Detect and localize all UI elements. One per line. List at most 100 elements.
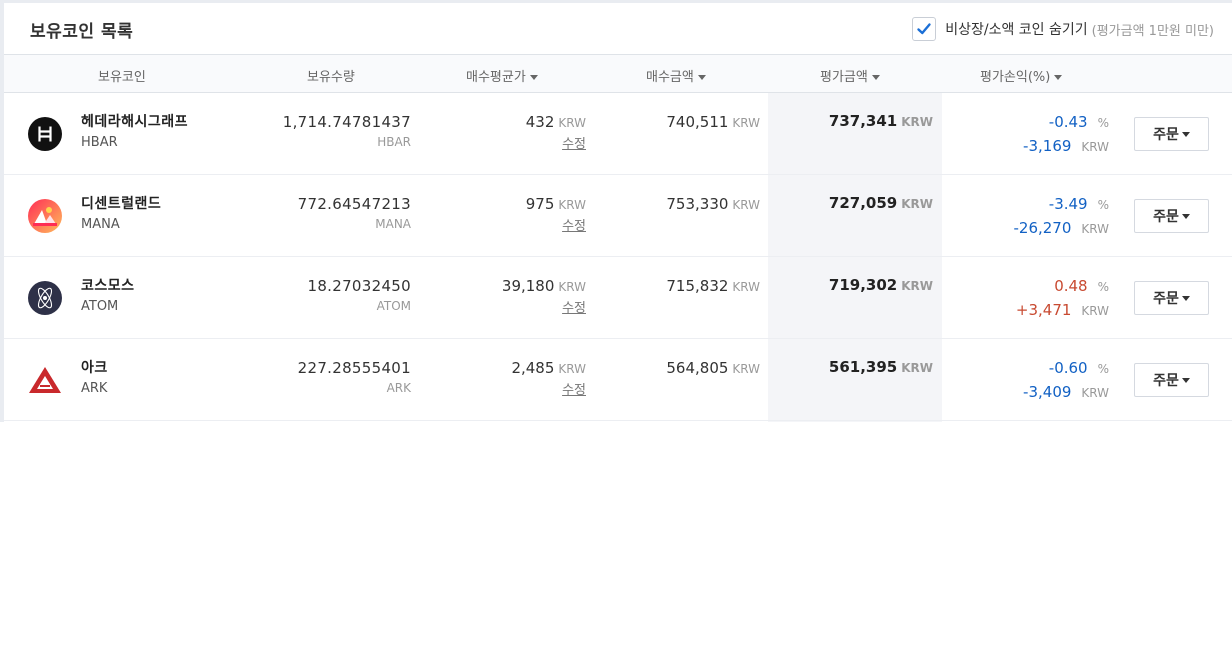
table-row-mana[interactable]: 디센트럴랜드 MANA 772.64547213 MANA 975 KRW 수정 … [4,175,1232,257]
coin-name: 아크 [81,360,108,376]
table-row-ark[interactable]: 아크 ARK 227.28555401 ARK 2,485 KRW 수정 564,… [4,339,1232,421]
table-row-hbar[interactable]: 헤데라해시그래프 HBAR 1,714.74781437 HBAR 432 KRW… [4,93,1232,175]
percent-unit: % [1097,362,1109,376]
percent-unit: % [1097,198,1109,212]
table-row-atom[interactable]: 코스모스 ATOM 18.27032450 ATOM 39,180 KRW 수정 … [4,257,1232,339]
pl-rate: -3.49% [1049,195,1109,213]
atom-logo [28,281,62,315]
avg-buy-price: 39,180 KRW [502,277,586,295]
sort-caret-icon [529,75,538,80]
currency-unit: KRW [732,198,760,212]
mana-logo [28,199,62,233]
buy-amount-value: 740,511 [666,113,729,131]
order-button[interactable]: 주문 [1134,281,1209,315]
edit-avg-price-link[interactable]: 수정 [562,379,586,398]
holdings-panel: 보유코인 목록 비상장/소액 코인 숨기기 (평가금액 1만원 미만) 보유코인… [0,0,1232,422]
quantity-unit: ATOM [376,299,411,313]
eval-amount: 737,341 KRW [829,112,933,130]
quantity-value: 18.27032450 [307,277,411,295]
edit-avg-price-link[interactable]: 수정 [562,215,586,234]
pl-rate-value: -0.43 [1048,113,1088,131]
eval-amount-value: 719,302 [828,276,898,294]
chevron-down-icon [1181,377,1190,383]
order-button[interactable]: 주문 [1134,117,1209,151]
order-button-label: 주문 [1153,127,1179,143]
currency-unit: KRW [558,280,586,294]
avg-price-value: 2,485 [511,359,555,377]
currency-unit: KRW [901,197,933,211]
coin-symbol: MANA [81,217,120,232]
eval-amount-value: 737,341 [828,112,898,130]
currency-unit: KRW [732,280,760,294]
holding-quantity: 772.64547213 [298,195,411,213]
avg-price-value: 39,180 [501,277,555,295]
pl-amount-value: -26,270 [1013,219,1072,237]
coin-name: 코스모스 [81,278,135,294]
chevron-down-icon [1181,131,1190,137]
hbar-logo [28,117,62,151]
avg-buy-price: 2,485 KRW [511,359,586,377]
edit-avg-price-link[interactable]: 수정 [562,133,586,152]
panel-header: 보유코인 목록 비상장/소액 코인 숨기기 (평가금액 1만원 미만) [4,3,1232,55]
coin-symbol: ARK [81,381,108,396]
column-buy-amount-label: 매수금액 [646,70,694,85]
avg-buy-price: 975 KRW [526,195,586,213]
currency-unit: KRW [558,198,586,212]
edit-avg-price-link[interactable]: 수정 [562,297,586,316]
hide-small-coins-option[interactable]: 비상장/소액 코인 숨기기 (평가금액 1만원 미만) [912,16,1214,42]
quantity-value: 227.28555401 [297,359,411,377]
buy-amount-value: 564,805 [666,359,729,377]
column-avg-price-label: 매수평균가 [466,70,526,85]
column-pl-rate-label: 평가손익(%) [980,70,1051,85]
avg-price-value: 975 [525,195,555,213]
column-coin: 보유코인 [98,70,146,85]
currency-unit: KRW [901,115,933,129]
hide-small-coins-checkbox[interactable] [912,17,937,41]
order-button-label: 주문 [1153,291,1179,307]
eval-amount: 561,395 KRW [829,358,933,376]
percent-unit: % [1097,116,1109,130]
percent-unit: % [1097,280,1109,294]
sort-caret-icon [1054,75,1063,80]
column-buy-amount[interactable]: 매수금액 [646,66,706,85]
quantity-value: 1,714.74781437 [282,113,411,131]
order-button[interactable]: 주문 [1134,199,1209,233]
coin-symbol: ATOM [81,299,119,314]
table-header: 보유코인 보유수량 매수평균가 매수금액 평가금액 평가손익(%) [4,55,1232,93]
avg-price-value: 432 [525,113,555,131]
currency-unit: KRW [901,361,933,375]
currency-unit: KRW [1081,386,1109,400]
coin-name: 헤데라해시그래프 [81,114,189,130]
column-avg-price[interactable]: 매수평균가 [466,66,538,85]
buy-amount-value: 715,832 [666,277,729,295]
currency-unit: KRW [732,362,760,376]
chevron-down-icon [1181,295,1190,301]
holding-quantity: 227.28555401 [298,359,411,377]
coin-name: 디센트럴랜드 [81,196,162,212]
sort-caret-icon [871,75,880,80]
holding-quantity: 18.27032450 [307,277,411,295]
chevron-down-icon [1181,213,1190,219]
hide-small-coins-label[interactable]: 비상장/소액 코인 숨기기 [945,19,1087,39]
order-button[interactable]: 주문 [1134,363,1209,397]
currency-unit: KRW [1081,304,1109,318]
pl-amount: -3,169 KRW [1023,137,1109,155]
column-eval-amount-label: 평가금액 [820,70,868,85]
pl-rate-value: -3.49 [1048,195,1088,213]
eval-amount-value: 727,059 [828,194,898,212]
column-pl-rate[interactable]: 평가손익(%) [980,66,1063,85]
pl-amount: -3,409 KRW [1023,383,1109,401]
sort-caret-icon [697,75,706,80]
quantity-value: 772.64547213 [297,195,411,213]
order-button-label: 주문 [1153,209,1179,225]
column-eval-amount[interactable]: 평가금액 [820,66,880,85]
pl-amount: +3,471 KRW [1016,301,1109,319]
buy-amount-value: 753,330 [666,195,729,213]
buy-amount: 715,832 KRW [666,277,760,295]
buy-amount: 564,805 KRW [666,359,760,377]
quantity-unit: MANA [375,217,411,231]
pl-rate: 0.48% [1054,277,1109,295]
eval-amount-value: 561,395 [828,358,898,376]
pl-amount-value: -3,169 [1023,137,1072,155]
pl-amount-value: +3,471 [1015,301,1072,319]
